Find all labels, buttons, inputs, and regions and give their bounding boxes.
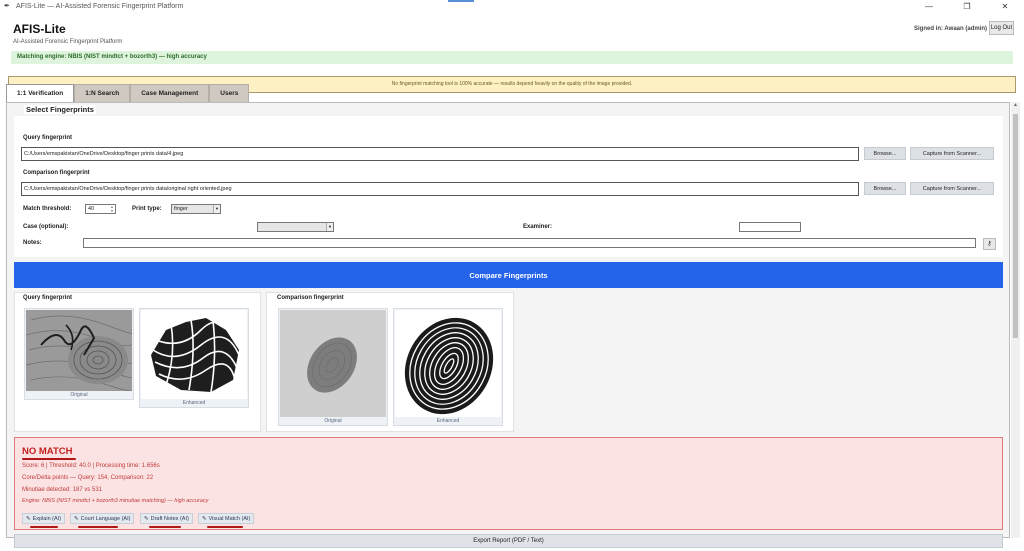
draft-notes-ai-button[interactable]: ✎ Draft Notes (AI) bbox=[140, 513, 193, 524]
threshold-value: 40 bbox=[88, 206, 95, 212]
comparison-enhanced-card: Enhanced bbox=[393, 308, 503, 426]
minutiae-line: Minutiae detected: 187 vs 531 bbox=[22, 487, 103, 493]
query-browse-button[interactable]: Browse... bbox=[864, 147, 906, 160]
query-scanner-button[interactable]: Capture from Scanner... bbox=[910, 147, 994, 160]
logout-button[interactable]: Log Out bbox=[989, 21, 1014, 35]
comparison-original-image bbox=[280, 310, 386, 417]
comparison-fingerprint-label: Comparison fingerprint bbox=[23, 170, 90, 176]
core-delta-line: Core/Delta points — Query: 154, Comparis… bbox=[22, 475, 154, 481]
verdict-underline bbox=[22, 458, 76, 460]
sparkle-icon: ✎ bbox=[26, 515, 31, 522]
print-type-value: finger bbox=[174, 206, 188, 212]
print-type-select[interactable]: finger ▼ bbox=[171, 204, 221, 214]
query-enhanced-image bbox=[141, 310, 247, 399]
threshold-label: Match threshold: bbox=[23, 206, 72, 212]
scrollbar-thumb[interactable] bbox=[1013, 114, 1018, 338]
comparison-scanner-button[interactable]: Capture from Scanner... bbox=[910, 182, 994, 195]
chevron-down-icon[interactable]: ▼ bbox=[213, 205, 220, 213]
comparison-original-caption: Original bbox=[324, 418, 342, 424]
spin-arrows-icon[interactable]: ▲ ▼ bbox=[109, 205, 115, 213]
engine-line: Engine: NBIS (NIST mindtct + bozorth3 mi… bbox=[22, 498, 209, 504]
tab-bar: 1:1 Verification 1:N Search Case Managem… bbox=[6, 84, 250, 102]
examiner-label: Examiner: bbox=[523, 224, 553, 230]
tab-verification[interactable]: 1:1 Verification bbox=[6, 84, 75, 102]
scroll-up-icon[interactable]: ▲ bbox=[1011, 102, 1020, 111]
sparkle-icon: ✎ bbox=[144, 515, 149, 522]
threshold-spinbox[interactable]: 40 ▲ ▼ bbox=[85, 204, 116, 214]
comparison-enhanced-image bbox=[395, 310, 501, 417]
vertical-scrollbar[interactable]: ▲ bbox=[1011, 102, 1020, 538]
query-original-card: Original bbox=[24, 308, 134, 400]
signed-in-label: Signed in: Awaan (admin) bbox=[913, 26, 987, 32]
comparison-images-title: Comparison fingerprint bbox=[277, 295, 344, 301]
query-original-image bbox=[26, 310, 132, 391]
case-label: Case (optional): bbox=[23, 224, 69, 230]
comparison-browse-button[interactable]: Browse... bbox=[864, 182, 906, 195]
feather-icon: ✒ bbox=[4, 2, 10, 10]
explain-underline bbox=[30, 526, 58, 528]
query-enhanced-caption: Enhanced bbox=[182, 400, 206, 406]
query-path-input[interactable]: C:/Users/emspakistan/OneDrive/Desktop/fi… bbox=[21, 147, 859, 161]
window-title: AFIS-Lite — AI-Assisted Forensic Fingerp… bbox=[16, 3, 184, 10]
notes-input[interactable] bbox=[83, 238, 976, 248]
explain-ai-button[interactable]: ✎ Explain (AI) bbox=[22, 513, 66, 524]
minimize-icon[interactable]: — bbox=[910, 0, 948, 13]
comparison-enhanced-caption: Enhanced bbox=[436, 418, 460, 424]
engine-status-bar: Matching engine: NBIS (NIST mindtct + bo… bbox=[11, 51, 1013, 64]
visual-match-ai-label: Visual Match (AI) bbox=[208, 515, 251, 522]
case-select[interactable]: ▼ bbox=[257, 222, 334, 232]
court-language-ai-button[interactable]: ✎ Court Language (AI) bbox=[70, 513, 135, 524]
notes-label: Notes: bbox=[23, 240, 42, 246]
window-titlebar: ✒ AFIS-Lite — AI-Assisted Forensic Finge… bbox=[0, 0, 1024, 13]
tab-users[interactable]: Users bbox=[209, 84, 250, 102]
match-verdict: NO MATCH bbox=[22, 446, 73, 457]
court-underline bbox=[78, 526, 118, 528]
compare-fingerprints-button[interactable]: Compare Fingerprints bbox=[14, 262, 1003, 288]
query-images-title: Query fingerprint bbox=[23, 295, 73, 301]
explain-ai-label: Explain (AI) bbox=[32, 515, 62, 522]
query-enhanced-card: Enhanced bbox=[139, 308, 249, 408]
app-title: AFIS-Lite bbox=[13, 22, 66, 36]
titlebar-indicator bbox=[448, 0, 474, 2]
export-report-button[interactable]: Export Report (PDF / Text) bbox=[14, 534, 1003, 548]
tab-case-management[interactable]: Case Management bbox=[130, 84, 210, 102]
comparison-original-card: Original bbox=[278, 308, 388, 426]
key-icon[interactable]: ⚷ bbox=[983, 238, 996, 250]
examiner-input[interactable] bbox=[739, 222, 801, 232]
score-line: Score: 6 | Threshold: 40.0 | Processing … bbox=[22, 463, 160, 469]
restore-icon[interactable]: ❐ bbox=[948, 0, 986, 13]
close-icon[interactable]: ✕ bbox=[986, 0, 1024, 13]
draft-notes-ai-label: Draft Notes (AI) bbox=[150, 515, 189, 522]
app-subtitle: AI-Assisted Forensic Fingerprint Platfor… bbox=[13, 39, 123, 45]
chevron-down-icon[interactable]: ▼ bbox=[326, 223, 333, 231]
sparkle-icon: ✎ bbox=[74, 515, 79, 522]
query-original-caption: Original bbox=[70, 392, 88, 398]
comparison-path-input[interactable]: C:/Users/emspakistan/OneDrive/Desktop/fi… bbox=[21, 182, 859, 196]
visual-match-ai-button[interactable]: ✎ Visual Match (AI) bbox=[198, 513, 255, 524]
query-fingerprint-label: Query fingerprint bbox=[23, 135, 73, 141]
print-type-label: Print type: bbox=[132, 206, 162, 212]
window-controls: — ❐ ✕ bbox=[910, 0, 1024, 13]
section-title: Select Fingerprints bbox=[24, 105, 96, 114]
court-language-ai-label: Court Language (AI) bbox=[80, 515, 131, 522]
sparkle-icon: ✎ bbox=[202, 515, 207, 522]
tab-search[interactable]: 1:N Search bbox=[74, 84, 131, 102]
draft-underline bbox=[149, 526, 181, 528]
visual-underline bbox=[207, 526, 243, 528]
